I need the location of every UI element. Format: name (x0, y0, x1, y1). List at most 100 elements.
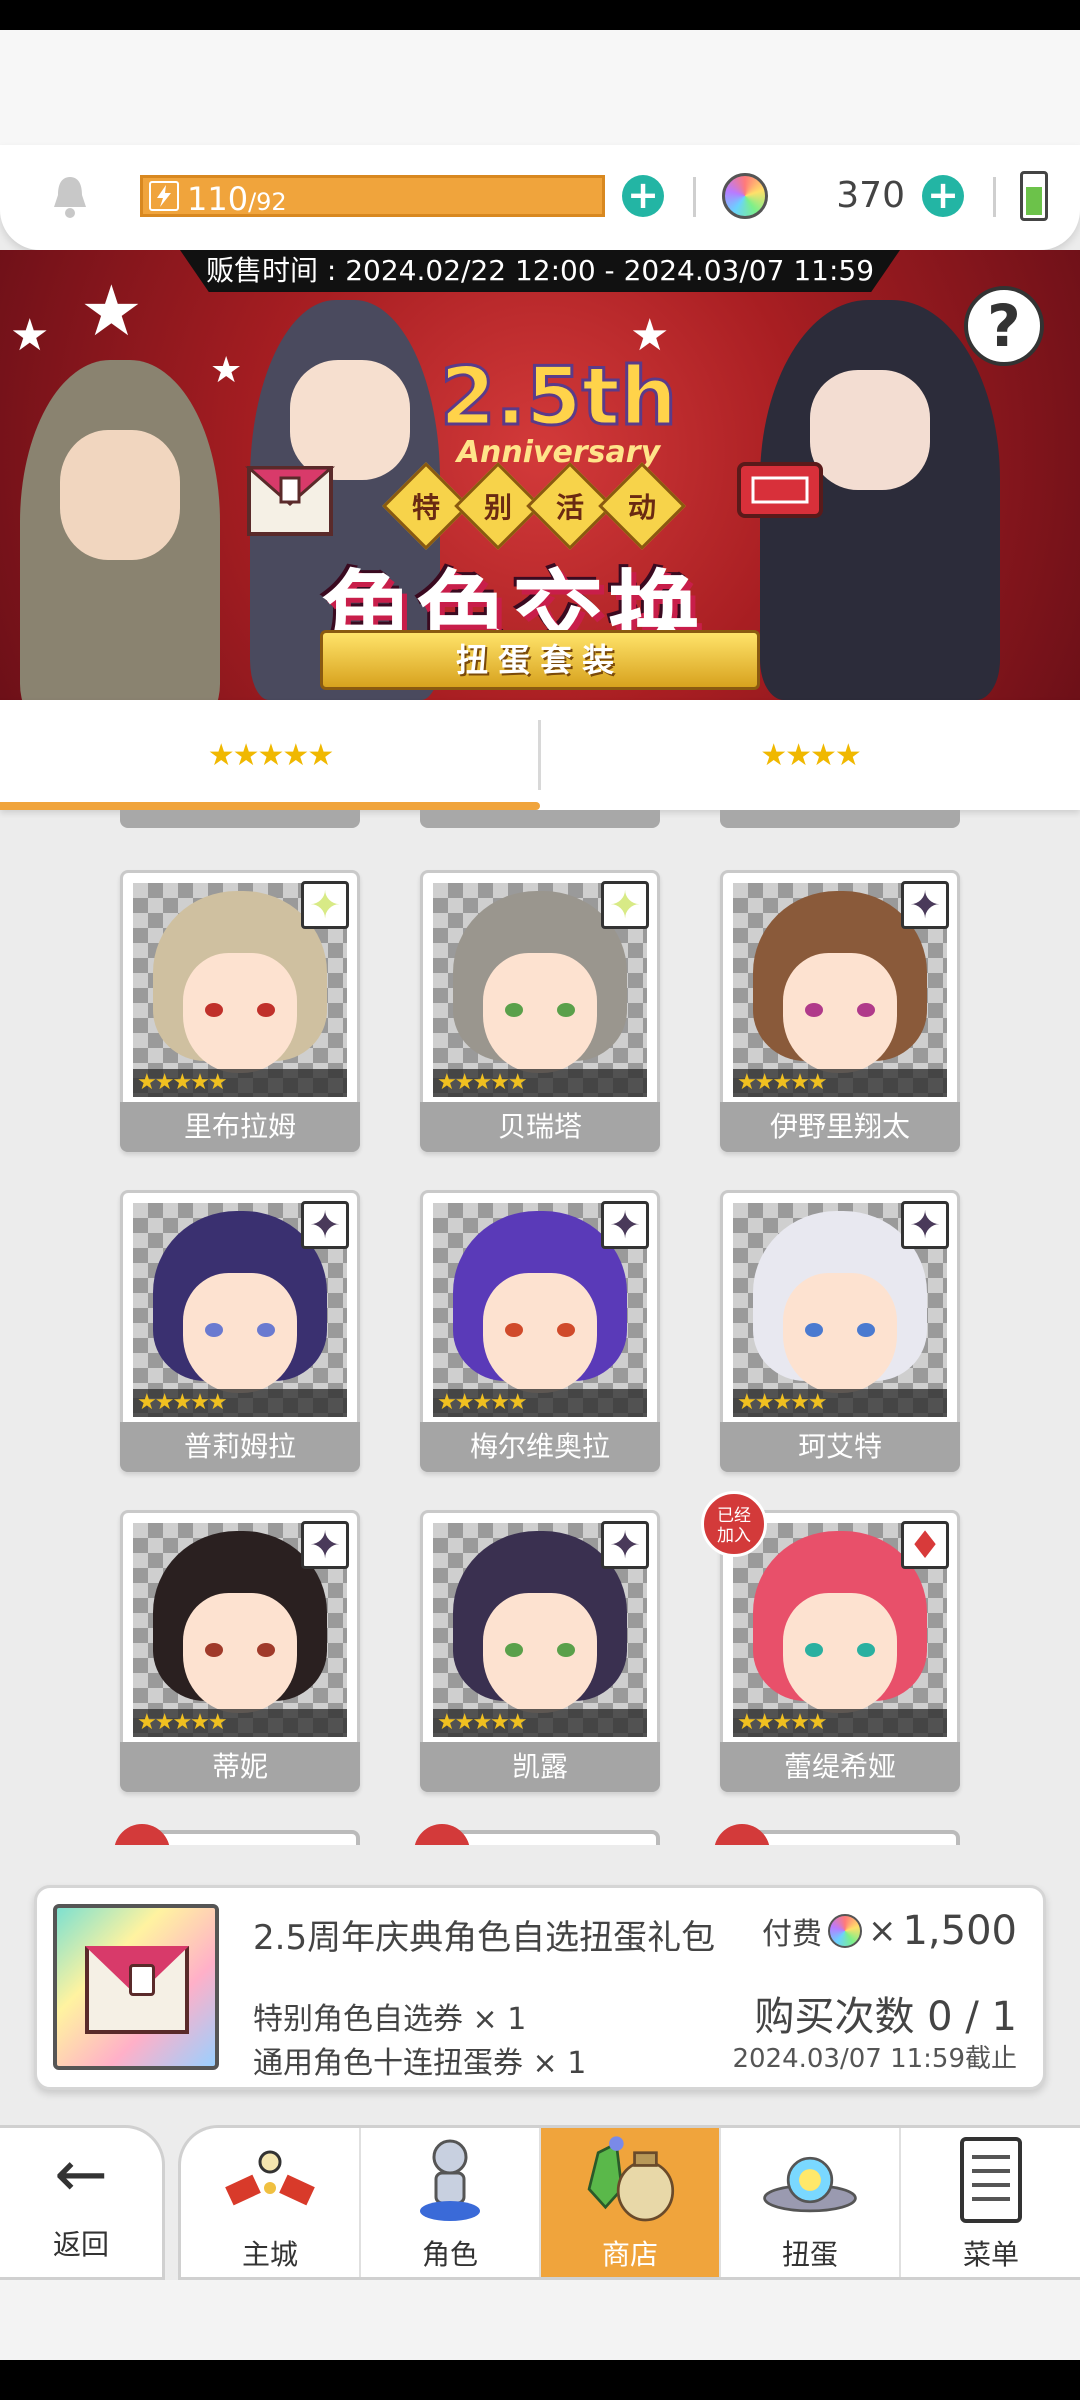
add-stamina-button[interactable]: + (622, 175, 664, 217)
portrait-eye (557, 1643, 575, 1657)
back-arrow-icon: ← (54, 2137, 108, 2212)
portrait-eye (557, 1003, 575, 1017)
purchase-limit: 购买次数 0 / 1 (754, 1994, 1017, 2040)
character-name: 普莉姆拉 (120, 1422, 360, 1472)
nav-item-shop[interactable]: 商店 (541, 2128, 721, 2277)
nav-label: 扭蛋 (781, 2238, 838, 2271)
nav-label: 主城 (241, 2238, 298, 2271)
portrait-eye (257, 1643, 275, 1657)
portrait-eye (505, 1323, 523, 1337)
element-icon: ✦ (901, 1201, 949, 1249)
event-banner: ★ ★ ★ ★ 贩售时间 : 2024.02/22 12:00 - 2024.0… (0, 250, 1080, 700)
nav-item-characters[interactable]: 角色 (361, 2128, 541, 2277)
gem-icon (827, 1914, 862, 1948)
package-title: 2.5周年庆典角色自选扭蛋礼包 (253, 1918, 716, 1958)
character-name: 伊野里翔太 (720, 1102, 960, 1152)
add-gems-button[interactable]: + (922, 175, 964, 217)
portrait-face (183, 1273, 297, 1393)
element-icon: ✦ (301, 1201, 349, 1249)
banner-character-left-face (60, 430, 180, 560)
added-badge: 已经 加入 (701, 1491, 767, 1557)
help-button[interactable]: ? (964, 286, 1044, 366)
rarity-stars: ★★★★★ (433, 1069, 647, 1097)
character-card[interactable]: ✦ ★★★★★ 贝瑞塔 (420, 870, 660, 1152)
nav-label: 菜单 (962, 2238, 1019, 2271)
nav-label: 商店 (601, 2238, 658, 2271)
tab-five-star[interactable]: ★★★★★ (0, 700, 540, 810)
card-peek-bottom (414, 1824, 660, 1845)
nav-item-main-city[interactable]: 主城 (181, 2128, 361, 2277)
character-name: 蕾缇希娅 (720, 1742, 960, 1792)
system-status-bar (0, 0, 1080, 30)
element-icon: ✦ (901, 881, 949, 929)
banner-subtitle: 扭蛋套装 (320, 630, 760, 690)
portrait-eye (857, 1643, 875, 1657)
tab-four-star[interactable]: ★★★★ (540, 700, 1080, 810)
divider (693, 177, 696, 217)
ticket-icon (737, 462, 823, 518)
nav-item-menu[interactable]: 菜单 (901, 2128, 1080, 2277)
envelope-icon (85, 1946, 189, 2034)
element-icon: ♦ (901, 1521, 949, 1569)
added-badge (114, 1824, 170, 1845)
gem-count: 370 (836, 175, 905, 216)
portrait-eye (205, 1323, 223, 1337)
anniversary-logo: 2.5th Anniversary (439, 349, 679, 471)
added-badge (414, 1824, 470, 1845)
rarity-stars: ★★★★★ (433, 1389, 647, 1417)
deadline: 2024.03/07 11:59截止 (732, 2044, 1017, 2074)
character-card[interactable]: ✦ ★★★★★ 梅尔维奥拉 (420, 1190, 660, 1472)
shop-bag-icon (580, 2135, 680, 2225)
character-card[interactable]: ✦ ★★★★★ 里布拉姆 (120, 870, 360, 1152)
nav-group: 主城 角色 商店 扭蛋 菜单 (178, 2125, 1080, 2280)
price-amount: 1,500 (902, 1908, 1017, 1954)
nav-label: 角色 (421, 2238, 478, 2271)
package-price: 付费 × 1,500 (762, 1908, 1017, 1954)
envelope-icon (245, 466, 335, 536)
portrait-eye (805, 1323, 823, 1337)
character-card[interactable]: ✦ ★★★★★ 蒂妮 (120, 1510, 360, 1792)
character-card[interactable]: ✦ ★★★★★ 伊野里翔太 (720, 870, 960, 1152)
added-badge (714, 1824, 770, 1845)
portrait-eye (205, 1643, 223, 1657)
four-star-label: ★★★★ (760, 737, 862, 773)
back-label: 返回 (52, 2227, 109, 2261)
character-icon (400, 2135, 500, 2225)
rarity-tabs: ★★★★★ ★★★★ (0, 700, 1080, 810)
character-card[interactable]: ✦ ★★★★★ 凯露 (420, 1510, 660, 1792)
character-name: 梅尔维奥拉 (420, 1422, 660, 1472)
package-item: 特别角色自选券 × 1 (253, 2002, 527, 2037)
character-card[interactable]: ✦ ★★★★★ 珂艾特 (720, 1190, 960, 1472)
character-card[interactable]: ♦ ★★★★★ 蕾缇希娅 已经 加入 (701, 1491, 960, 1792)
rarity-stars: ★★★★★ (733, 1709, 947, 1737)
element-icon: ✦ (301, 1521, 349, 1569)
portrait-eye (805, 1003, 823, 1017)
divider (993, 177, 996, 217)
portrait-eye (257, 1003, 275, 1017)
rarity-stars: ★★★★★ (133, 1069, 347, 1097)
portrait-eye (505, 1643, 523, 1657)
card-peek-bottom (114, 1824, 360, 1845)
bottom-strip (0, 2280, 1080, 2360)
nav-item-gacha[interactable]: 扭蛋 (721, 2128, 901, 2277)
package-panel[interactable]: 2.5周年庆典角色自选扭蛋礼包 付费 × 1,500 特别角色自选券 × 1 通… (34, 1885, 1046, 2090)
back-button[interactable]: ← 返回 (0, 2125, 165, 2280)
character-name: 珂艾特 (720, 1422, 960, 1472)
package-icon (53, 1904, 219, 2070)
portrait-face (783, 1593, 897, 1713)
card-peek-top (420, 810, 660, 828)
bell-icon[interactable] (50, 173, 90, 219)
element-icon: ✦ (601, 1521, 649, 1569)
portrait-eye (257, 1323, 275, 1337)
character-grid[interactable]: ✦ ★★★★★ 里布拉姆 ✦ ★★★★★ 贝瑞塔 ✦ ★★★★★ 伊野里翔太 ✦ ★★★★★ 普莉姆拉… (0, 810, 1080, 1845)
star-decoration: ★ (80, 270, 143, 352)
portrait-face (783, 953, 897, 1073)
gacha-orb-icon (760, 2135, 860, 2225)
portrait-eye (505, 1003, 523, 1017)
active-tab-indicator (0, 802, 540, 810)
stamina-value: 110/92 (187, 180, 287, 218)
rarity-stars: ★★★★★ (733, 1389, 947, 1417)
castle-icon (220, 2135, 320, 2225)
portrait-eye (805, 1643, 823, 1657)
character-card[interactable]: ✦ ★★★★★ 普莉姆拉 (120, 1190, 360, 1472)
